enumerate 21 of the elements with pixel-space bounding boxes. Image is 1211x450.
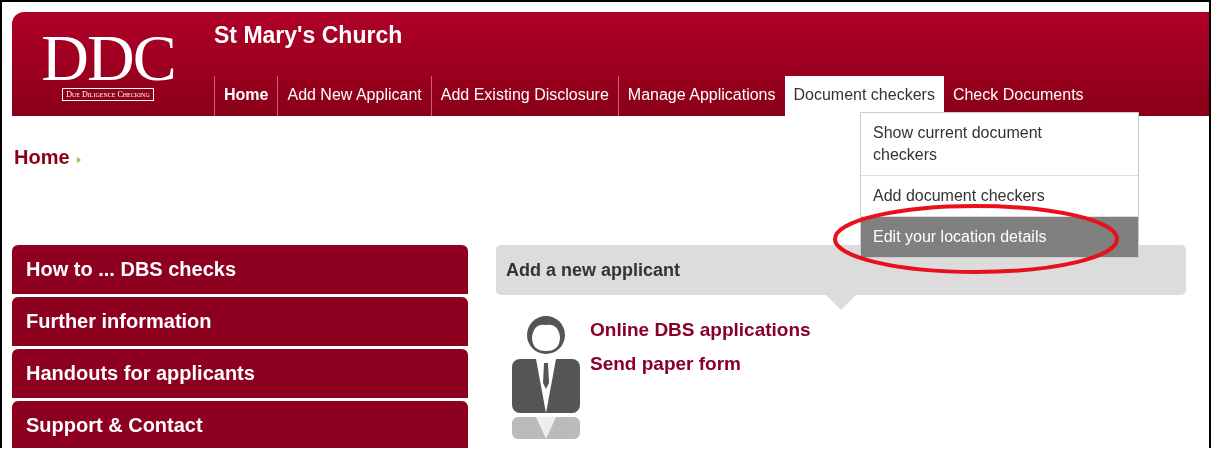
applicant-link[interactable]: Online DBS applications xyxy=(590,319,811,341)
sidebar-item[interactable]: Support & Contact xyxy=(12,401,468,448)
site-title: St Mary's Church xyxy=(214,22,404,50)
nav-tab[interactable]: Add New Applicant xyxy=(277,76,431,116)
chevron-icon xyxy=(75,155,82,164)
panel-title: Add a new applicant xyxy=(506,259,681,281)
nav-tab[interactable]: Add Existing Disclosure xyxy=(430,76,618,116)
menu-item[interactable]: Show current document checkers xyxy=(861,113,1138,176)
logo-mark: DDC xyxy=(41,30,175,86)
nav-tab[interactable]: Document checkers xyxy=(784,76,944,116)
menu-item[interactable]: Edit your location details xyxy=(861,217,1138,257)
sidebar-item[interactable]: Handouts for applicants xyxy=(12,349,468,398)
nav-tab[interactable]: Home xyxy=(214,76,278,116)
logo-tagline: Due Diligence Checking xyxy=(62,88,154,101)
logo[interactable]: DDC Due Diligence Checking xyxy=(28,30,188,116)
nav-tab[interactable]: Manage Applications xyxy=(617,76,785,116)
nav-tab[interactable]: Check Documents xyxy=(943,76,1093,116)
breadcrumb-link[interactable]: Home xyxy=(14,146,70,169)
applicant-link[interactable]: Send paper form xyxy=(590,353,811,375)
sidebar-item[interactable]: How to ... DBS checks xyxy=(12,245,468,294)
sidebar-item[interactable]: Further information xyxy=(12,297,468,346)
